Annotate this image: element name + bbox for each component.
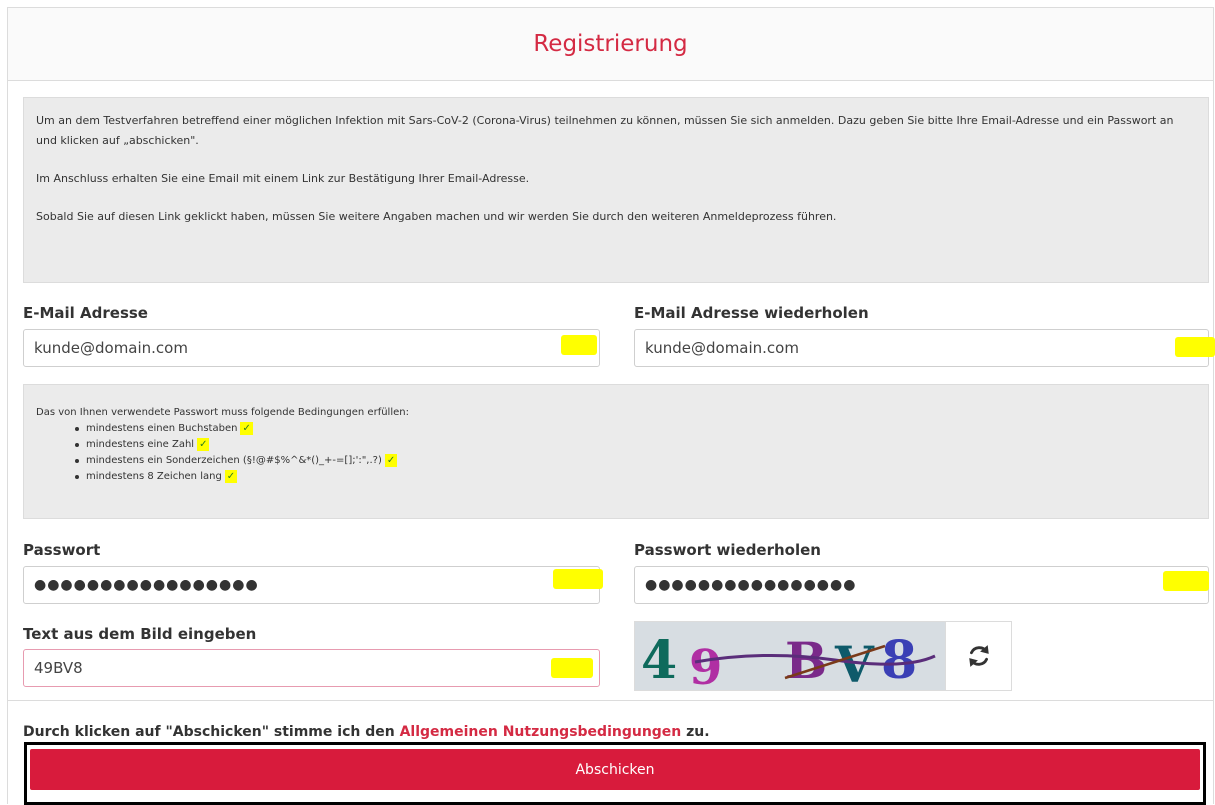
captcha-char: B — [785, 631, 827, 690]
password-rule-text: mindestens ein Sonderzeichen (§!@#$%^&*(… — [86, 455, 382, 466]
highlight-marker — [1163, 571, 1209, 591]
password-rules-list: mindestens einen Buchstaben ✓ mindestens … — [36, 421, 1196, 485]
check-icon: ✓ — [240, 422, 253, 435]
password-rule: mindestens einen Buchstaben ✓ — [75, 421, 1196, 437]
password-rules-box: Das von Ihnen verwendete Passwort muss f… — [23, 384, 1209, 519]
password-rule: mindestens eine Zahl ✓ — [75, 437, 1196, 453]
password-field[interactable]: ●●●●●●●●●●●●●●●●● — [23, 566, 600, 604]
highlight-marker — [1175, 337, 1215, 357]
info-box: Um an dem Testverfahren betreffend einer… — [23, 97, 1209, 283]
terms-text: Durch klicken auf "Abschicken" stimme ic… — [23, 724, 710, 740]
password-label: Passwort — [23, 541, 101, 559]
password-rules-intro: Das von Ihnen verwendete Passwort muss f… — [36, 407, 409, 418]
page: Registrierung Um an dem Testverfahren be… — [0, 0, 1215, 805]
captcha-image: 4 9 B V 8 — [635, 622, 945, 690]
email-field[interactable]: kunde@domain.com — [23, 329, 600, 367]
submit-frame: Abschicken — [24, 742, 1206, 805]
page-header: Registrierung — [8, 8, 1213, 81]
info-paragraph: Um an dem Testverfahren betreffend einer… — [36, 114, 1174, 147]
password-rule: mindestens 8 Zeichen lang ✓ — [75, 469, 1196, 485]
highlight-marker — [553, 569, 603, 589]
info-paragraph: Im Anschluss erhalten Sie eine Email mit… — [36, 172, 530, 185]
highlight-marker — [551, 658, 593, 678]
email-label: E-Mail Adresse — [23, 304, 148, 322]
terms-prefix: Durch klicken auf "Abschicken" stimme ic… — [23, 724, 400, 740]
password-rule-text: mindestens 8 Zeichen lang — [86, 471, 222, 482]
registration-card: Registrierung Um an dem Testverfahren be… — [7, 7, 1215, 805]
check-icon: ✓ — [384, 454, 398, 467]
captcha-char: 4 — [641, 630, 677, 690]
highlight-marker — [561, 335, 597, 355]
page-title: Registrierung — [533, 31, 688, 57]
submit-button[interactable]: Abschicken — [30, 749, 1200, 790]
section-divider — [8, 700, 1213, 701]
captcha-char: 9 — [689, 640, 722, 690]
email-repeat-field[interactable]: kunde@domain.com — [634, 329, 1209, 367]
password-repeat-field[interactable]: ●●●●●●●●●●●●●●●● — [634, 566, 1209, 604]
captcha-refresh-button[interactable] — [945, 622, 1012, 690]
password-repeat-label: Passwort wiederholen — [634, 541, 821, 559]
password-rule-text: mindestens eine Zahl — [86, 439, 195, 450]
captcha-char: 8 — [881, 630, 917, 690]
info-paragraph: Sobald Sie auf diesen Link geklickt habe… — [36, 210, 837, 223]
password-rule-text: mindestens einen Buchstaben — [86, 423, 238, 434]
captcha-label: Text aus dem Bild eingeben — [23, 625, 257, 643]
email-repeat-label: E-Mail Adresse wiederholen — [634, 304, 869, 322]
check-icon: ✓ — [197, 438, 210, 451]
terms-suffix: zu. — [681, 724, 710, 740]
captcha-input[interactable]: 49BV8 — [23, 649, 600, 687]
terms-link[interactable]: Allgemeinen Nutzungsbedingungen — [400, 724, 682, 740]
password-rule: mindestens ein Sonderzeichen (§!@#$%^&*(… — [75, 453, 1196, 469]
check-icon: ✓ — [224, 470, 238, 483]
refresh-icon — [969, 645, 989, 667]
captcha-box: 4 9 B V 8 — [634, 621, 1012, 691]
